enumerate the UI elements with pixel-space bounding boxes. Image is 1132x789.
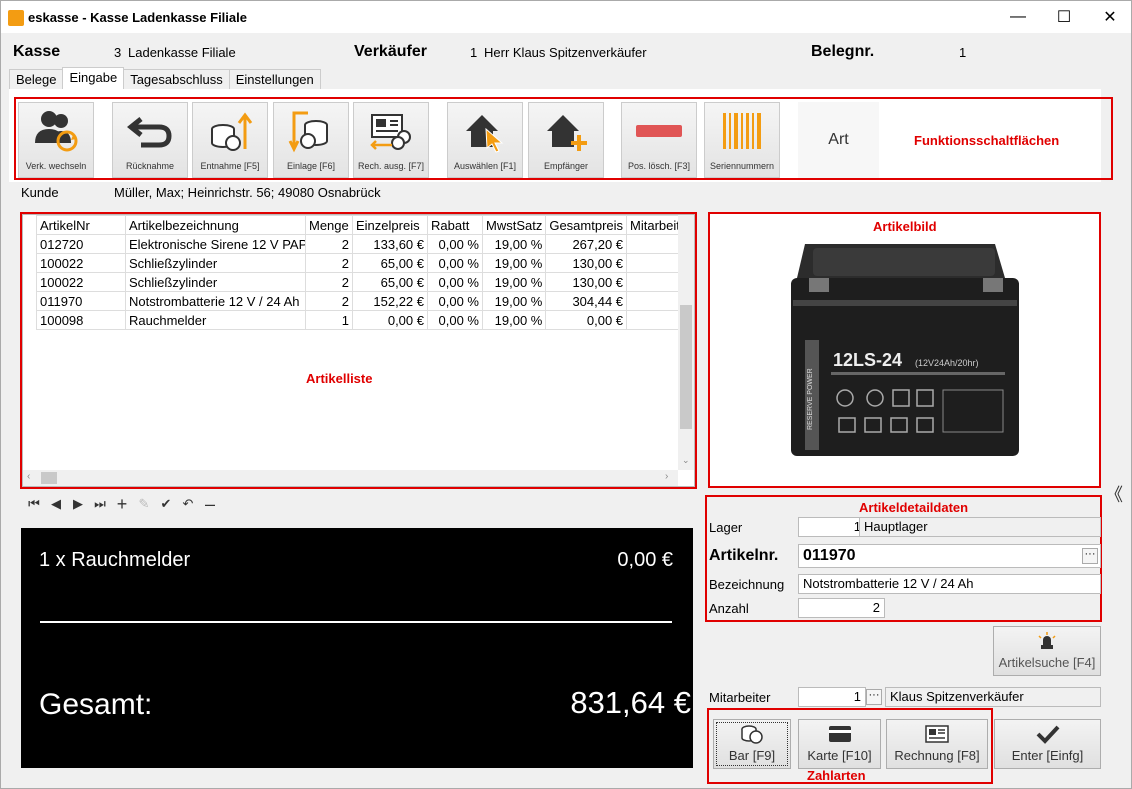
artikelnr-lookup-button[interactable]: ···	[1082, 548, 1098, 564]
artikelnr-field[interactable]: 011970	[798, 544, 1101, 568]
kasse-nr: 3	[114, 45, 122, 60]
minimize-button[interactable]: —	[995, 1, 1041, 33]
grid-annotation-box	[20, 212, 697, 489]
details-annotation-label: Artikeldetaildaten	[859, 500, 969, 515]
app-logo-icon	[8, 10, 24, 26]
kasse-name: Ladenkasse Filiale	[128, 45, 236, 60]
bezeichnung-label: Bezeichnung	[709, 577, 785, 592]
artikelsuche-label: Artikelsuche [F4]	[998, 655, 1096, 670]
next-record-icon[interactable]: ▶	[67, 494, 89, 514]
mitarbeiter-lookup-button[interactable]: ···	[866, 689, 882, 705]
customer-display: 1 x Rauchmelder 0,00 € Gesamt: 831,64 €	[21, 528, 693, 768]
add-record-icon[interactable]: +	[111, 494, 133, 514]
payment-annotation-label: Zahlarten	[807, 768, 866, 783]
checkmark-icon	[1036, 725, 1059, 744]
prev-record-icon[interactable]: ◀	[45, 494, 67, 514]
search-alarm-icon	[1038, 632, 1056, 649]
kunde-label: Kunde	[21, 185, 59, 200]
display-line-text: 1 x Rauchmelder	[39, 549, 191, 571]
enter-button[interactable]: Enter [Einfg]	[994, 719, 1101, 769]
image-annotation-box	[708, 212, 1101, 488]
close-button[interactable]: ✕	[1087, 1, 1132, 33]
lager-name-field: Hauptlager	[859, 517, 1101, 537]
tab-belege[interactable]: Belege	[9, 69, 64, 89]
lager-label: Lager	[709, 520, 743, 535]
toolbar-annotation-label: Funktionsschaltflächen	[914, 133, 1060, 148]
window-title: eskasse - Kasse Ladenkasse Filiale	[28, 10, 247, 25]
last-record-icon[interactable]: ⏭	[89, 494, 111, 514]
delete-record-icon[interactable]: –	[199, 494, 221, 514]
artikelsuche-button[interactable]: Artikelsuche [F4]	[993, 626, 1101, 676]
mitarbeiter-nr-field[interactable]: 1	[798, 687, 866, 707]
kasse-label: Kasse	[13, 43, 61, 60]
anzahl-label: Anzahl	[709, 601, 749, 616]
verkaeufer-nr: 1	[470, 45, 478, 60]
tab-tagesabschluss[interactable]: Tagesabschluss	[123, 69, 230, 89]
grid-navigator: ⏮ ◀ ▶ ⏭ + ✎ ✔ ↶ –	[23, 494, 221, 514]
tab-eingabe[interactable]: Eingabe	[62, 67, 125, 89]
mitarbeiter-label: Mitarbeiter	[709, 690, 771, 705]
edit-record-icon[interactable]: ✎	[133, 494, 155, 514]
anzahl-field[interactable]: 2	[798, 598, 885, 618]
cancel-record-icon[interactable]: ↶	[177, 494, 199, 514]
mitarbeiter-name-field: Klaus Spitzenverkäufer	[885, 687, 1101, 707]
image-annotation-label: Artikelbild	[873, 219, 937, 234]
tab-einstellungen[interactable]: Einstellungen	[228, 69, 321, 89]
kunde-value: Müller, Max; Heinrichstr. 56; 49080 Osna…	[114, 185, 381, 200]
title-bar: eskasse - Kasse Ladenkasse Filiale — ☐ ✕	[1, 1, 1131, 33]
first-record-icon[interactable]: ⏮	[23, 494, 45, 514]
belegnr-value: 1	[959, 45, 967, 60]
bezeichnung-field[interactable]: Notstrombatterie 12 V / 24 Ah	[798, 574, 1101, 594]
tab-bar: Belege Eingabe Tagesabschluss Einstellun…	[9, 67, 321, 89]
belegnr-label: Belegnr.	[811, 43, 875, 60]
display-total-label: Gesamt:	[39, 688, 153, 721]
maximize-button[interactable]: ☐	[1041, 1, 1087, 33]
lager-nr-field[interactable]: 1	[798, 517, 866, 537]
collapse-panel-icon[interactable]: 《	[1105, 481, 1123, 507]
post-record-icon[interactable]: ✔	[155, 494, 177, 514]
verkaeufer-label: Verkäufer	[354, 43, 427, 60]
display-divider	[40, 621, 672, 623]
enter-label: Enter [Einfg]	[1011, 748, 1084, 763]
display-total-value: 831,64 €	[570, 685, 691, 720]
display-line-price: 0,00 €	[617, 549, 673, 571]
artikelnr-label: Artikelnr.	[709, 547, 779, 564]
verkaeufer-name: Herr Klaus Spitzenverkäufer	[484, 45, 647, 60]
app-window: eskasse - Kasse Ladenkasse Filiale — ☐ ✕…	[0, 0, 1132, 789]
